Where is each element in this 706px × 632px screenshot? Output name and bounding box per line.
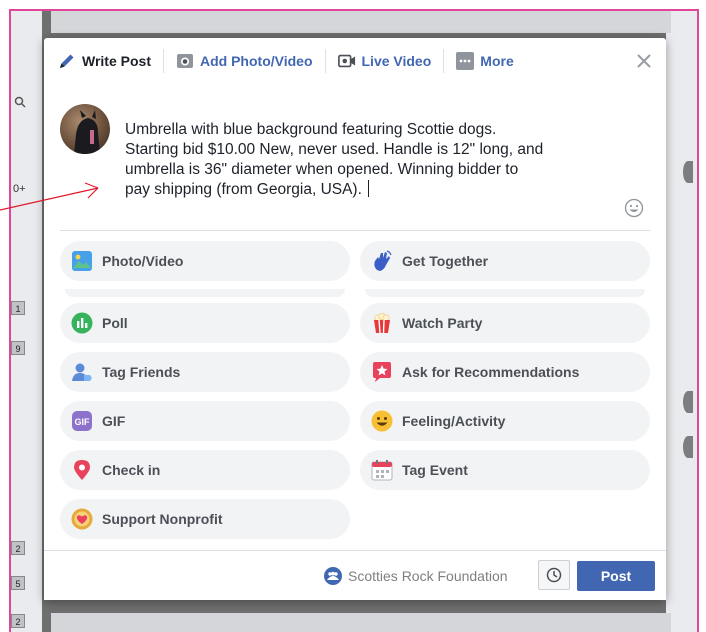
post-text-area[interactable]: Umbrella with blue background featuring …: [125, 120, 625, 200]
option-label: GIF: [102, 413, 126, 429]
background-side-number: 9: [11, 341, 25, 355]
option-ask-recommendations[interactable]: Ask for Recommendations: [360, 352, 650, 392]
waving-hand-icon: [370, 249, 394, 273]
option-poll[interactable]: Poll: [60, 303, 350, 343]
gif-icon-text: GIF: [75, 417, 91, 427]
option-get-together[interactable]: Get Together: [360, 241, 650, 281]
composer-tabs: Write Post Add Photo/Video Live Video Mo…: [44, 38, 666, 84]
close-button[interactable]: [634, 51, 654, 71]
text-caret: [367, 180, 369, 197]
post-text-line: Umbrella with blue background featuring …: [125, 121, 497, 138]
tab-write-post[interactable]: Write Post: [58, 49, 164, 73]
tab-label: Live Video: [361, 53, 432, 69]
option-photo-video[interactable]: Photo/Video: [60, 241, 350, 281]
tab-live-video[interactable]: Live Video: [337, 49, 445, 73]
option-label: Check in: [102, 462, 161, 478]
post-composer[interactable]: Umbrella with blue background featuring …: [60, 104, 656, 224]
option-tag-friends[interactable]: Tag Friends: [60, 352, 350, 392]
option-tag-event[interactable]: Tag Event: [360, 450, 650, 490]
composer-footer: Scotties Rock Foundation Post: [44, 550, 666, 600]
poll-icon: [70, 311, 94, 335]
smiley-icon: [624, 198, 644, 218]
tab-add-photo-video[interactable]: Add Photo/Video: [176, 49, 326, 73]
hidden-option-edge: [65, 289, 345, 297]
feeling-smiley-icon: [370, 409, 394, 433]
background-search-icon: [14, 96, 26, 111]
background-side-number: 2: [11, 541, 25, 555]
create-post-dialog: Write Post Add Photo/Video Live Video Mo…: [44, 38, 666, 600]
option-feeling-activity[interactable]: Feeling/Activity: [360, 401, 650, 441]
nonprofit-heart-icon: [70, 507, 94, 531]
tab-label: Add Photo/Video: [199, 53, 313, 69]
schedule-button[interactable]: [538, 560, 570, 590]
background-right-mark: [683, 161, 693, 183]
background-top-bar: [51, 11, 671, 33]
option-label: Support Nonprofit: [102, 511, 223, 527]
background-side-number: 5: [11, 576, 25, 590]
option-label: Feeling/Activity: [402, 413, 506, 429]
background-right-mark: [683, 391, 693, 413]
avatar: [60, 104, 110, 154]
recommendation-star-icon: [370, 360, 394, 384]
background-right-mark: [683, 436, 693, 458]
option-watch-party[interactable]: Watch Party: [360, 303, 650, 343]
option-label: Get Together: [402, 253, 489, 269]
page-group-icon: [324, 567, 342, 585]
option-support-nonprofit[interactable]: Support Nonprofit: [60, 499, 350, 539]
gif-icon: GIF: [70, 409, 94, 433]
video-camera-icon: [337, 52, 356, 70]
option-label: Ask for Recommendations: [402, 364, 580, 380]
option-gif[interactable]: GIF GIF: [60, 401, 350, 441]
background-side-number: 1: [11, 301, 25, 315]
composer-divider: [60, 230, 650, 231]
tab-label: More: [480, 53, 514, 69]
emoji-button[interactable]: [624, 198, 644, 218]
popcorn-icon: [370, 311, 394, 335]
clock-icon: [546, 567, 562, 583]
option-label: Tag Event: [402, 462, 468, 478]
location-pin-icon: [70, 458, 94, 482]
close-icon: [637, 54, 651, 68]
tab-more[interactable]: More: [456, 49, 525, 73]
post-button[interactable]: Post: [577, 561, 655, 591]
camera-icon: [176, 52, 194, 70]
tag-friends-icon: [70, 360, 94, 384]
post-text-line: pay shipping (from Georgia, USA).: [125, 181, 362, 198]
option-label: Tag Friends: [102, 364, 181, 380]
background-side-number: 2: [11, 614, 25, 628]
post-text-line: Starting bid $10.00 New, never used. Han…: [125, 141, 544, 158]
option-label: Watch Party: [402, 315, 483, 331]
option-label: Poll: [102, 315, 128, 331]
more-icon: [456, 52, 475, 70]
background-bottom-bar: [51, 613, 671, 632]
option-check-in[interactable]: Check in: [60, 450, 350, 490]
option-label: Photo/Video: [102, 253, 184, 269]
post-as-page-selector[interactable]: Scotties Rock Foundation: [324, 567, 508, 585]
post-text-line-last: pay shipping (from Georgia, USA).: [125, 180, 625, 200]
photo-icon: [70, 249, 94, 273]
pencil-icon: [58, 52, 76, 70]
hidden-option-edge: [365, 289, 645, 297]
background-right-column: [666, 11, 697, 632]
tab-label: Write Post: [82, 53, 151, 69]
background-left-label: 0+: [13, 183, 26, 195]
page-name-label: Scotties Rock Foundation: [348, 568, 508, 584]
post-text-line: umbrella is 36" diameter when opened. Wi…: [125, 161, 519, 178]
calendar-icon: [370, 458, 394, 482]
